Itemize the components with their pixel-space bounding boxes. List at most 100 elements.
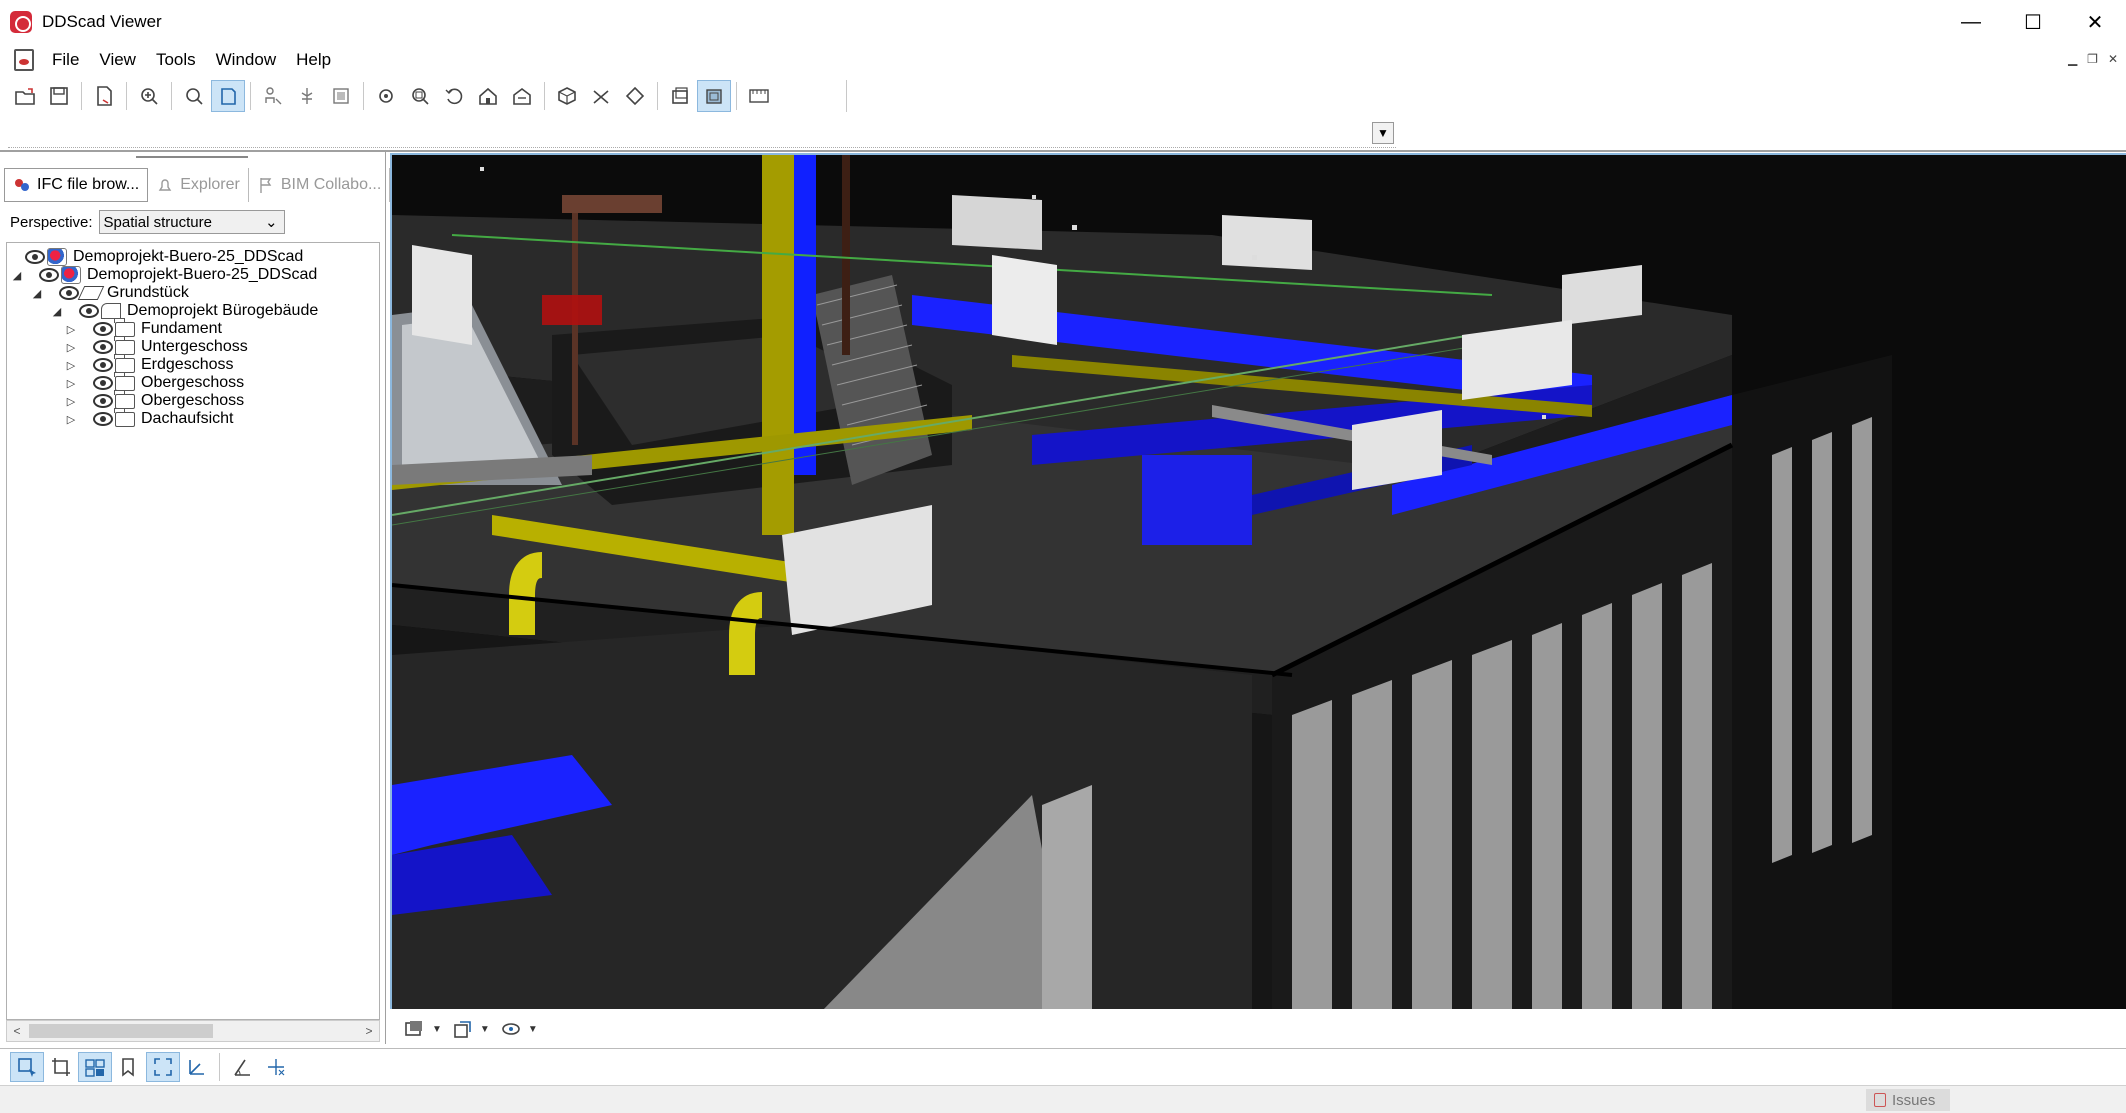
title-bar[interactable]: DDScad Viewer — ☐ ✕ xyxy=(0,0,2126,44)
issues-button[interactable]: Issues xyxy=(1866,1089,1950,1111)
fit-frame-icon xyxy=(333,88,349,104)
document-icon xyxy=(97,86,112,106)
perspective-label: Perspective: xyxy=(10,213,93,231)
box-view-icon xyxy=(221,88,236,105)
zoom-button[interactable] xyxy=(177,80,211,112)
home-icon xyxy=(479,87,497,105)
select-button[interactable] xyxy=(10,1052,44,1082)
zoom-in-button[interactable] xyxy=(132,80,166,112)
tree-item-label: Dachaufsicht xyxy=(141,410,234,427)
mdi-minimize-icon[interactable]: ▁ xyxy=(2068,52,2077,66)
filter-strip xyxy=(8,116,1396,148)
menu-help[interactable]: Help xyxy=(286,44,341,76)
close-button[interactable]: ✕ xyxy=(2064,0,2126,44)
tab-bim-collaboration[interactable]: BIM Collabo... xyxy=(249,168,391,202)
bookmark-button[interactable] xyxy=(112,1052,146,1082)
tree-expander[interactable]: ◢ xyxy=(49,305,65,318)
document-menu-icon[interactable] xyxy=(14,49,34,71)
mdi-close-icon[interactable]: ✕ xyxy=(2108,52,2118,66)
menu-bar: File View Tools Window Help ▁ ❐ ✕ xyxy=(0,44,2126,76)
filter-dropdown-button[interactable]: ▼ xyxy=(1372,122,1394,144)
select-tool-button[interactable] xyxy=(256,80,290,112)
menu-view[interactable]: View xyxy=(89,44,146,76)
render-mode-dropdown[interactable]: ▼ xyxy=(500,1019,538,1039)
tab-label: Explorer xyxy=(180,176,240,193)
group-select-button[interactable] xyxy=(78,1052,112,1082)
perspective-value: Spatial structure xyxy=(103,213,212,231)
cube-section-icon xyxy=(558,87,576,105)
display-mode-dropdown[interactable]: ▼ xyxy=(404,1019,442,1039)
menu-window[interactable]: Window xyxy=(206,44,286,76)
measure-ruler-icon xyxy=(749,89,769,103)
view-toolbar: ▼ ▼ ▼ xyxy=(390,1010,2126,1048)
view-mode-button[interactable] xyxy=(211,80,245,112)
selection-toolbar xyxy=(10,1052,293,1082)
axis-button[interactable] xyxy=(180,1052,214,1082)
tab-explorer[interactable]: Explorer xyxy=(148,168,249,202)
fit-view-button[interactable] xyxy=(324,80,358,112)
coordinate-button[interactable] xyxy=(259,1052,293,1082)
toolbar-separator xyxy=(736,82,737,110)
cut-plane-button[interactable] xyxy=(584,80,618,112)
walk-tool-button[interactable] xyxy=(290,80,324,112)
orbit-button[interactable] xyxy=(369,80,403,112)
visibility-eye-icon[interactable] xyxy=(93,322,113,336)
rotate-button[interactable] xyxy=(437,80,471,112)
visibility-eye-icon[interactable] xyxy=(93,394,113,408)
tree-expander[interactable]: ▷ xyxy=(63,323,79,336)
tree-expander[interactable]: ◢ xyxy=(29,287,45,300)
zoom-window-icon xyxy=(412,88,429,105)
walk-icon xyxy=(301,88,313,104)
minimize-button[interactable]: — xyxy=(1940,0,2002,44)
tree-expander[interactable]: ▷ xyxy=(63,395,79,408)
open-file-button[interactable] xyxy=(8,80,42,112)
tab-label: IFC file brow... xyxy=(37,176,140,193)
ifc-browser-icon xyxy=(15,179,29,191)
measure-button[interactable] xyxy=(742,80,776,112)
tree-expander[interactable]: ▷ xyxy=(63,413,79,426)
3d-viewport[interactable] xyxy=(390,153,2126,1009)
chevron-down-icon: ▼ xyxy=(432,1023,442,1035)
crop-button[interactable] xyxy=(44,1052,78,1082)
tree-expander[interactable]: ▷ xyxy=(63,341,79,354)
axis-icon xyxy=(189,1060,204,1075)
maximize-button[interactable]: ☐ xyxy=(2002,0,2064,44)
tree-expander[interactable]: ▷ xyxy=(63,377,79,390)
section-mode-dropdown[interactable]: ▼ xyxy=(452,1019,490,1039)
visibility-eye-icon[interactable] xyxy=(25,250,45,264)
home-view-button[interactable] xyxy=(471,80,505,112)
visibility-eye-icon[interactable] xyxy=(93,376,113,390)
menu-tools[interactable]: Tools xyxy=(146,44,206,76)
transparency-button[interactable] xyxy=(697,80,731,112)
storey-view-button[interactable] xyxy=(663,80,697,112)
perspective-select[interactable]: Spatial structure ⌄ xyxy=(98,210,285,234)
main-toolbar xyxy=(8,80,776,112)
measure-angle-button[interactable] xyxy=(225,1052,259,1082)
angle-measure-icon xyxy=(234,1059,250,1076)
building-view-button[interactable] xyxy=(505,80,539,112)
menu-file[interactable]: File xyxy=(42,44,89,76)
tab-ifc-file-browser[interactable]: IFC file brow... xyxy=(4,168,149,202)
visibility-eye-icon[interactable] xyxy=(93,358,113,372)
save-button[interactable] xyxy=(42,80,76,112)
export-button[interactable] xyxy=(87,80,121,112)
tree-item-storey[interactable]: ▷ Dachaufsicht xyxy=(63,407,234,431)
section-box-button[interactable] xyxy=(550,80,584,112)
tree-expander[interactable]: ◢ xyxy=(9,269,25,282)
visibility-eye-icon[interactable] xyxy=(39,268,59,282)
scrollbar-thumb[interactable] xyxy=(29,1024,213,1038)
chevron-down-icon: ▼ xyxy=(479,1023,490,1035)
zoom-window-button[interactable] xyxy=(403,80,437,112)
scroll-right-icon[interactable]: > xyxy=(359,1021,379,1041)
clip-button[interactable] xyxy=(618,80,652,112)
tree-horizontal-scrollbar[interactable]: < > xyxy=(6,1020,380,1042)
scroll-left-icon[interactable]: < xyxy=(7,1021,27,1041)
visibility-eye-icon[interactable] xyxy=(59,286,79,300)
mdi-restore-icon[interactable]: ❐ xyxy=(2087,52,2098,66)
visibility-eye-icon[interactable] xyxy=(79,304,99,318)
tree-expander[interactable]: ▷ xyxy=(63,359,79,372)
select-pointer-icon xyxy=(18,1058,36,1077)
visibility-eye-icon[interactable] xyxy=(93,340,113,354)
fit-selection-button[interactable] xyxy=(146,1052,180,1082)
visibility-eye-icon[interactable] xyxy=(93,412,113,426)
